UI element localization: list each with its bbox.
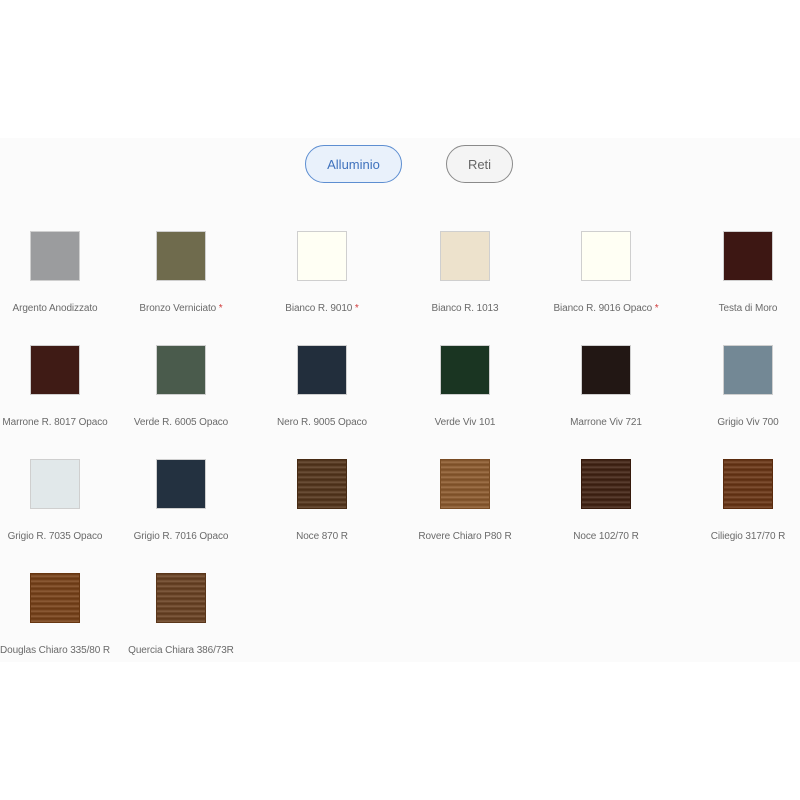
swatch-color-chip [440, 459, 490, 509]
swatch-color-chip [581, 345, 631, 395]
color-swatch[interactable]: Nero R. 9005 Opaco [252, 345, 392, 445]
swatch-color-chip [723, 459, 773, 509]
color-swatch[interactable]: Quercia Chiara 386/73R [111, 573, 251, 673]
swatch-color-chip [297, 459, 347, 509]
tab-alluminio[interactable]: Alluminio [305, 145, 402, 183]
swatch-label-text: Testa di Moro [718, 303, 778, 314]
swatch-color-chip [723, 231, 773, 281]
swatch-label-text: Verde Viv 101 [434, 417, 496, 428]
swatch-color-chip [156, 345, 206, 395]
swatch-color-chip [297, 231, 347, 281]
swatch-color-chip [156, 573, 206, 623]
color-swatch[interactable]: Noce 870 R [252, 459, 392, 559]
swatch-color-chip [30, 231, 80, 281]
color-swatch[interactable]: Grigio R. 7035 Opaco [0, 459, 125, 559]
swatch-label-text: Argento Anodizzato [12, 303, 98, 314]
swatch-label-text: Grigio R. 7035 Opaco [7, 531, 103, 542]
color-swatch[interactable]: Ciliegio 317/70 R [678, 459, 800, 559]
swatch-label-text: Rovere Chiaro P80 R [418, 531, 512, 542]
swatch-label-text: Noce 102/70 R [573, 531, 639, 542]
swatch-color-chip [297, 345, 347, 395]
swatch-label-text: Bianco R. 1013 [431, 303, 499, 314]
swatch-label: Testa di Moro [658, 303, 800, 314]
swatch-label-text: Quercia Chiara 386/73R [128, 645, 234, 656]
swatch-color-chip [440, 231, 490, 281]
color-swatch[interactable]: Argento Anodizzato [0, 231, 125, 331]
swatch-label-text: Noce 870 R [296, 531, 348, 542]
swatch-label: Ciliegio 317/70 R [658, 531, 800, 542]
swatch-label: Grigio Viv 700 [658, 417, 800, 428]
swatch-label-text: Grigio Viv 700 [717, 417, 779, 428]
required-star-icon: * [216, 303, 223, 314]
color-swatch[interactable]: Verde R. 6005 Opaco [111, 345, 251, 445]
swatch-color-chip [581, 231, 631, 281]
swatch-color-chip [30, 459, 80, 509]
swatch-label-text: Ciliegio 317/70 R [710, 531, 786, 542]
swatch-color-chip [440, 345, 490, 395]
swatch-color-chip [581, 459, 631, 509]
color-swatch[interactable]: Bianco R. 1013 [395, 231, 535, 331]
swatch-color-chip [30, 345, 80, 395]
color-swatch[interactable]: Testa di Moro [678, 231, 800, 331]
swatch-label-text: Verde R. 6005 Opaco [133, 417, 229, 428]
swatch-label-text: Bianco R. 9010 [285, 303, 353, 314]
color-swatch[interactable]: Rovere Chiaro P80 R [395, 459, 535, 559]
required-star-icon: * [352, 303, 359, 314]
swatch-color-chip [30, 573, 80, 623]
color-swatch[interactable]: Bianco R. 9016 Opaco * [536, 231, 676, 331]
swatch-color-chip [156, 459, 206, 509]
color-swatch[interactable]: Noce 102/70 R [536, 459, 676, 559]
color-swatch[interactable]: Bianco R. 9010 * [252, 231, 392, 331]
swatch-color-chip [723, 345, 773, 395]
swatch-label-text: Bronzo Verniciato [139, 303, 217, 314]
tab-reti[interactable]: Reti [446, 145, 513, 183]
color-swatch[interactable]: Douglas Chiaro 335/80 R [0, 573, 125, 673]
swatch-label-text: Bianco R. 9016 Opaco [553, 303, 653, 314]
swatch-label-text: Marrone Viv 721 [570, 417, 642, 428]
color-swatch[interactable]: Grigio R. 7016 Opaco [111, 459, 251, 559]
color-swatch[interactable]: Marrone Viv 721 [536, 345, 676, 445]
swatch-color-chip [156, 231, 206, 281]
color-swatch[interactable]: Verde Viv 101 [395, 345, 535, 445]
color-swatch[interactable]: Bronzo Verniciato * [111, 231, 251, 331]
swatch-label-text: Nero R. 9005 Opaco [277, 417, 367, 428]
color-swatch[interactable]: Grigio Viv 700 [678, 345, 800, 445]
swatch-label-text: Grigio R. 7016 Opaco [133, 531, 229, 542]
color-swatch[interactable]: Marrone R. 8017 Opaco [0, 345, 125, 445]
swatch-label: Quercia Chiara 386/73R [91, 645, 271, 656]
